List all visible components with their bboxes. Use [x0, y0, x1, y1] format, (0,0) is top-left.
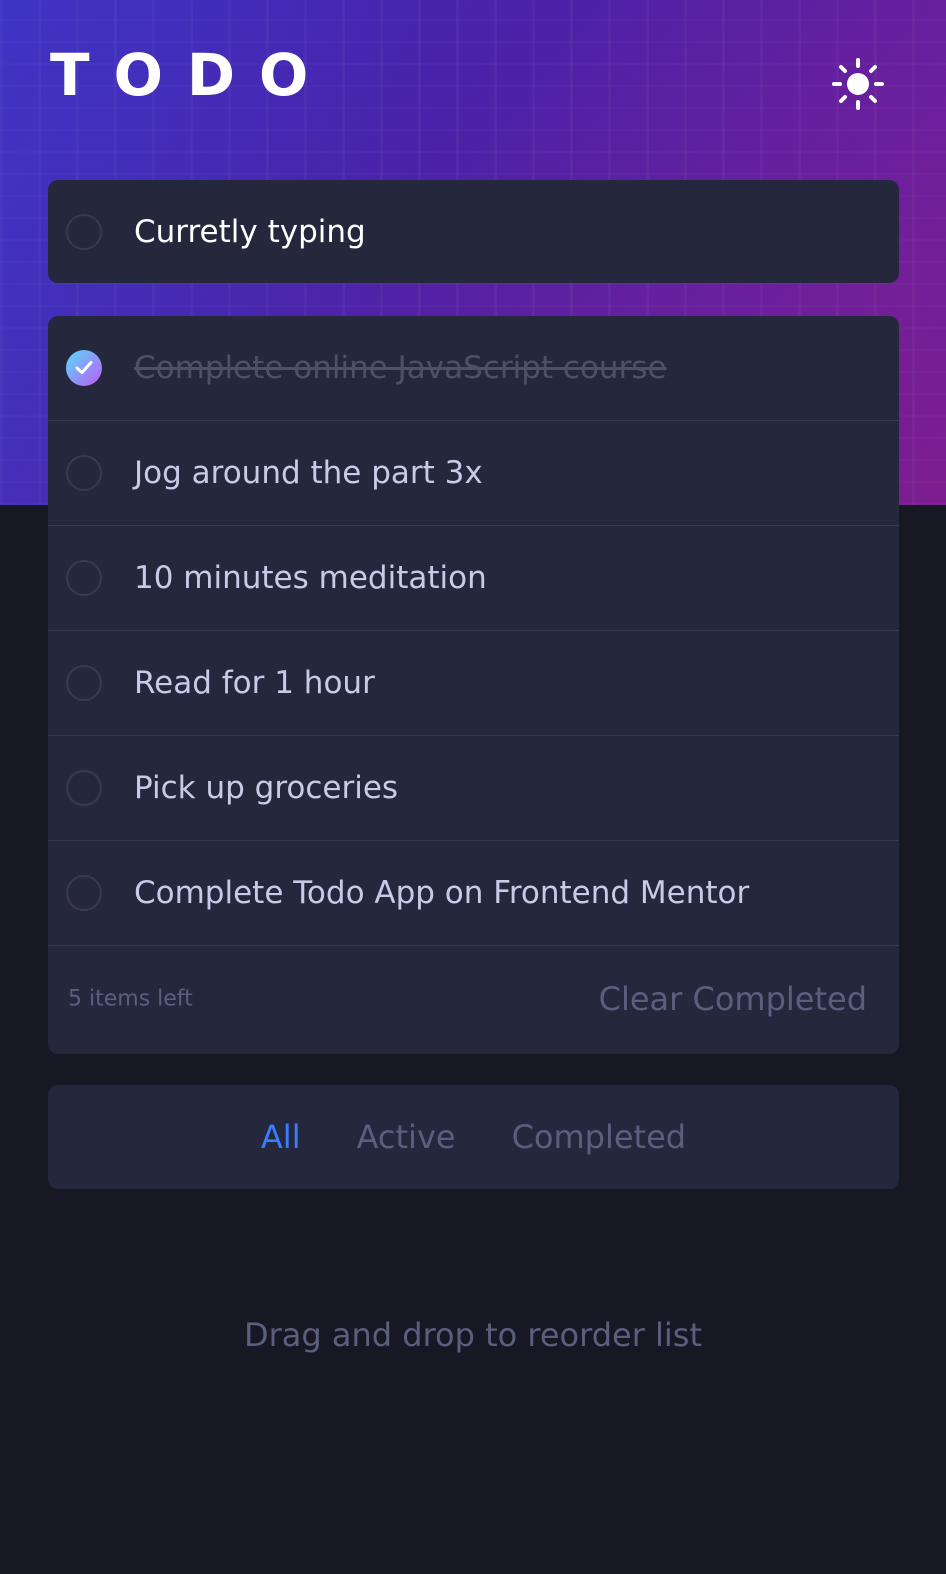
todo-item[interactable]: Jog around the part 3x: [48, 421, 899, 526]
todo-text: Complete online JavaScript course: [134, 350, 667, 386]
todo-checkbox[interactable]: [66, 770, 102, 806]
theme-toggle-button[interactable]: [832, 58, 888, 114]
filter-bar: All Active Completed: [48, 1085, 899, 1189]
sun-icon: [832, 58, 884, 110]
todo-item[interactable]: 10 minutes meditation: [48, 526, 899, 631]
app-title: TODO: [50, 41, 333, 109]
clear-completed-button[interactable]: Clear Completed: [599, 980, 867, 1018]
new-todo-field[interactable]: Curretly typing: [48, 180, 899, 283]
todo-text: 10 minutes meditation: [134, 560, 487, 596]
todo-text: Read for 1 hour: [134, 665, 375, 701]
todo-checkbox[interactable]: [66, 560, 102, 596]
filter-completed-button[interactable]: Completed: [512, 1118, 687, 1156]
new-todo-checkbox[interactable]: [66, 213, 102, 250]
todo-item[interactable]: Complete Todo App on Frontend Mentor: [48, 841, 899, 946]
todo-text: Complete Todo App on Frontend Mentor: [134, 875, 750, 911]
todo-text: Pick up groceries: [134, 770, 399, 806]
todo-checkbox[interactable]: [66, 665, 102, 701]
list-footer: 5 items left Clear Completed: [48, 946, 899, 1051]
todo-checkbox-checked[interactable]: [66, 350, 102, 386]
todo-item[interactable]: Complete online JavaScript course: [48, 316, 899, 421]
todo-text: Jog around the part 3x: [134, 455, 483, 491]
filter-active-button[interactable]: Active: [357, 1118, 456, 1156]
filter-all-button[interactable]: All: [261, 1118, 301, 1156]
reorder-hint: Drag and drop to reorder list: [243, 1316, 703, 1354]
items-left-count: 5 items left: [68, 986, 193, 1011]
new-todo-input[interactable]: Curretly typing: [134, 214, 366, 250]
todo-checkbox[interactable]: [66, 875, 102, 911]
todo-list: Complete online JavaScript course Jog ar…: [48, 316, 899, 1054]
todo-item[interactable]: Read for 1 hour: [48, 631, 899, 736]
checkmark-icon: [75, 361, 93, 374]
todo-checkbox[interactable]: [66, 455, 102, 491]
todo-item[interactable]: Pick up groceries: [48, 736, 899, 841]
